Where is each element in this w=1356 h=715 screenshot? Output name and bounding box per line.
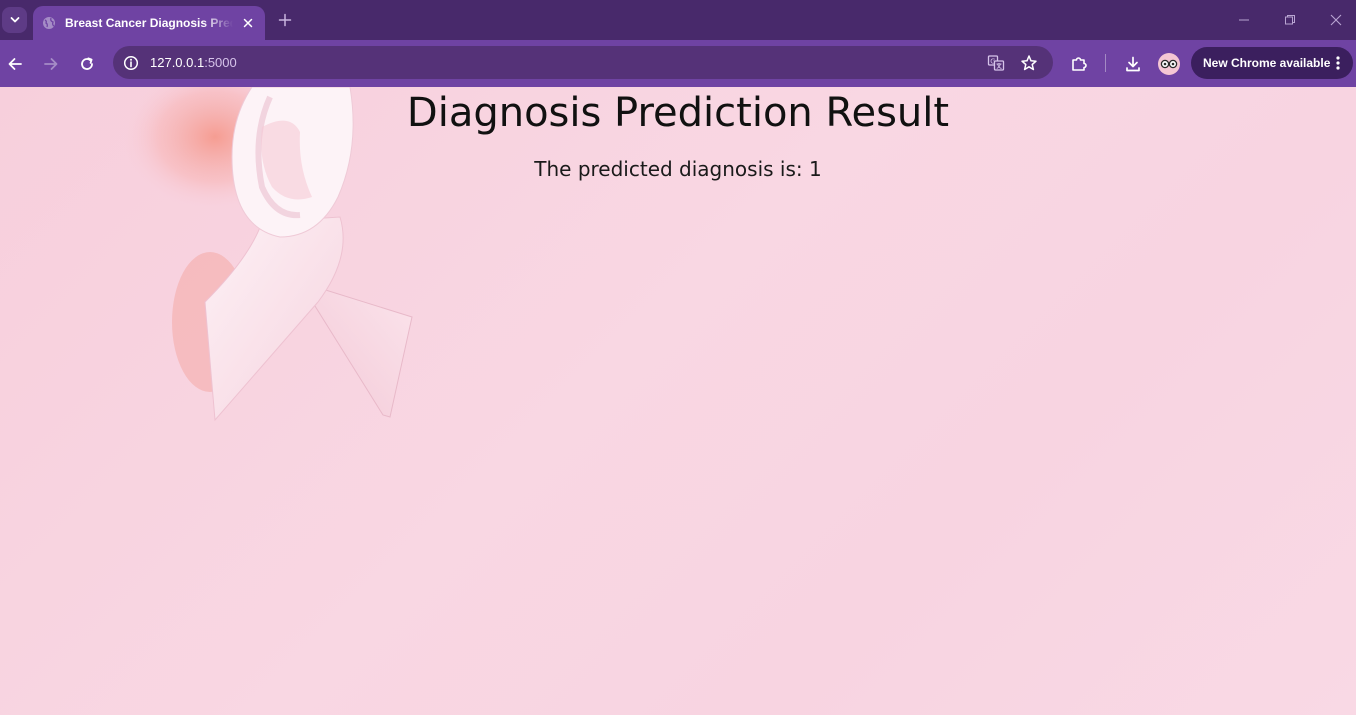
back-arrow-icon[interactable] <box>2 51 28 77</box>
close-icon[interactable] <box>1324 8 1348 32</box>
restore-icon[interactable] <box>1278 8 1302 32</box>
minimize-icon[interactable] <box>1232 8 1256 32</box>
forward-arrow-icon[interactable] <box>38 51 64 77</box>
page-title: Diagnosis Prediction Result <box>406 90 950 136</box>
toolbar-separator <box>1105 54 1106 72</box>
tab-search-button[interactable] <box>2 7 27 33</box>
reload-icon[interactable] <box>74 51 100 77</box>
result-section: Diagnosis Prediction Result The predicte… <box>0 87 1356 181</box>
star-icon[interactable] <box>1017 51 1041 75</box>
chevron-down-icon <box>10 17 19 23</box>
globe-icon <box>41 15 57 31</box>
download-icon[interactable] <box>1120 51 1146 77</box>
url-text[interactable]: 127.0.0.1:5000 <box>150 55 237 70</box>
tab-strip: Breast Cancer Diagnosis Prediction <box>0 0 1356 40</box>
url-host: 127.0.0.1 <box>150 55 205 70</box>
site-info-icon[interactable] <box>119 51 143 75</box>
browser-window: Breast Cancer Diagnosis Prediction <box>0 0 1356 715</box>
prediction-label: The predicted diagnosis is: <box>534 157 809 181</box>
profile-avatar[interactable] <box>1158 53 1180 75</box>
extensions-icon[interactable] <box>1066 51 1092 77</box>
url-port: :5000 <box>204 55 237 70</box>
tab-active[interactable]: Breast Cancer Diagnosis Prediction <box>33 6 265 40</box>
prediction-result: The predicted diagnosis is: 1 <box>0 157 1356 181</box>
address-bar[interactable]: 127.0.0.1:5000 G <box>113 46 1053 79</box>
page-content: Diagnosis Prediction Result The predicte… <box>0 87 1356 715</box>
more-vert-icon[interactable] <box>1331 54 1345 72</box>
translate-icon[interactable]: G <box>984 51 1008 75</box>
prediction-value: 1 <box>809 157 822 181</box>
avatar-glasses-icon <box>1160 59 1178 69</box>
plus-icon[interactable] <box>274 9 296 31</box>
tab-title: Breast Cancer Diagnosis Prediction <box>65 16 233 30</box>
toolbar: 127.0.0.1:5000 G New Chrome available <box>0 40 1356 87</box>
update-chip-label: New Chrome available <box>1203 56 1331 70</box>
close-tab-icon[interactable] <box>239 14 257 32</box>
new-chrome-available-button[interactable]: New Chrome available <box>1191 47 1353 79</box>
